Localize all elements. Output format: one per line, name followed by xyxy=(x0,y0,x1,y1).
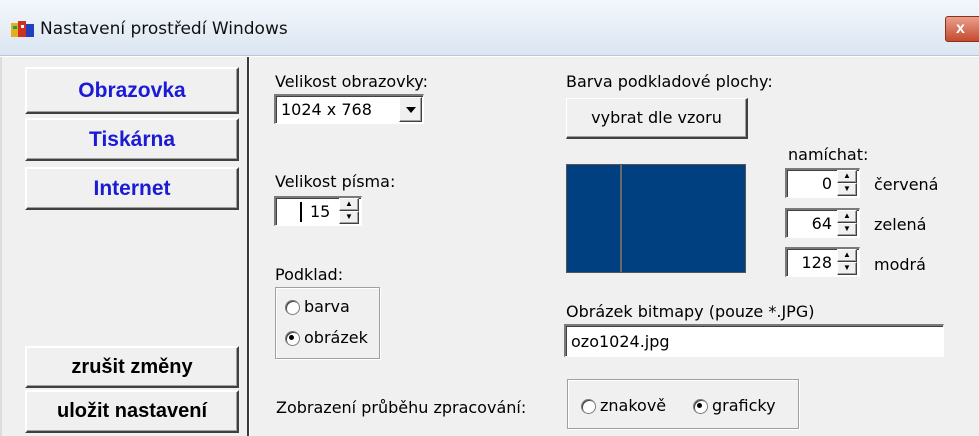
spin-up-icon[interactable]: ▲ xyxy=(339,198,359,211)
mix-label: namíchat: xyxy=(788,145,869,164)
screen-size-value: 1024 x 768 xyxy=(281,100,372,119)
blue-spinner[interactable]: 128 ▲ ▼ xyxy=(785,247,860,277)
red-value: 0 xyxy=(821,174,832,193)
font-size-spin-buttons[interactable]: ▲ ▼ xyxy=(339,198,359,224)
bitmap-label: Obrázek bitmapy (pouze *.JPG) xyxy=(566,302,815,321)
nav-obrazovka-button[interactable]: Obrazovka xyxy=(25,67,239,114)
spin-down-icon[interactable]: ▼ xyxy=(837,223,857,236)
blue-label: modrá xyxy=(874,255,926,274)
save-settings-button[interactable]: uložit nastavení xyxy=(25,390,239,433)
radio-obrazek[interactable] xyxy=(285,331,300,346)
background-label: Podklad: xyxy=(275,265,344,284)
nav-tiskarna-button[interactable]: Tiskárna xyxy=(25,118,239,161)
pick-pattern-button[interactable]: vybrat dle vzoru xyxy=(566,98,748,139)
spin-down-icon[interactable]: ▼ xyxy=(837,262,857,275)
cancel-changes-button[interactable]: zrušit změny xyxy=(25,346,239,388)
bitmap-input[interactable]: ozo1024.jpg xyxy=(564,324,944,357)
green-label: zelená xyxy=(874,215,927,234)
spin-up-icon[interactable]: ▲ xyxy=(837,170,857,183)
red-label: červená xyxy=(874,175,939,194)
panel-separator xyxy=(247,57,250,436)
green-spinner[interactable]: 64 ▲ ▼ xyxy=(785,208,860,238)
screen-size-select[interactable]: 1024 x 768 xyxy=(274,94,424,124)
font-size-label: Velikost písma: xyxy=(275,172,396,191)
spin-up-icon[interactable]: ▲ xyxy=(837,249,857,262)
screen-size-label: Velikost obrazovky: xyxy=(275,72,428,91)
dropdown-button[interactable] xyxy=(399,97,422,122)
pick-pattern-label: vybrat dle vzoru xyxy=(591,108,722,127)
swatch-divider xyxy=(620,165,622,272)
spin-down-icon[interactable]: ▼ xyxy=(837,183,857,196)
background-group: barva obrázek xyxy=(275,287,380,359)
radio-graficky[interactable] xyxy=(693,399,708,414)
color-swatch xyxy=(566,164,746,273)
font-size-value: 15 xyxy=(310,202,331,221)
radio-barva[interactable] xyxy=(285,300,300,315)
red-spin-buttons[interactable]: ▲ ▼ xyxy=(837,170,857,196)
text-cursor xyxy=(300,202,302,222)
green-spin-buttons[interactable]: ▲ ▼ xyxy=(837,210,857,236)
green-value: 64 xyxy=(811,214,832,233)
spin-down-icon[interactable]: ▼ xyxy=(339,211,359,224)
close-button[interactable]: x xyxy=(945,16,979,42)
blue-spin-buttons[interactable]: ▲ ▼ xyxy=(837,249,857,275)
radio-graficky-label[interactable]: graficky xyxy=(712,396,776,415)
red-spinner[interactable]: 0 ▲ ▼ xyxy=(785,168,860,198)
bitmap-input-value: ozo1024.jpg xyxy=(571,332,670,351)
window-title: Nastavení prostředí Windows xyxy=(40,19,288,39)
radio-znakove-label[interactable]: znakově xyxy=(600,396,666,415)
radio-znakove[interactable] xyxy=(581,399,596,414)
radio-barva-label[interactable]: barva xyxy=(304,297,350,316)
spin-up-icon[interactable]: ▲ xyxy=(837,210,857,223)
blue-value: 128 xyxy=(801,253,832,272)
progress-display-group: znakově graficky xyxy=(567,379,799,429)
chevron-down-icon xyxy=(406,107,416,113)
font-size-spinner[interactable]: 15 ▲ ▼ xyxy=(274,196,362,226)
progress-display-label: Zobrazení průběhu zpracování: xyxy=(276,398,527,417)
desktop-color-label: Barva podkladové plochy: xyxy=(566,72,773,91)
app-icon xyxy=(10,20,36,40)
nav-internet-button[interactable]: Internet xyxy=(25,167,239,210)
radio-obrazek-label[interactable]: obrázek xyxy=(304,328,368,347)
